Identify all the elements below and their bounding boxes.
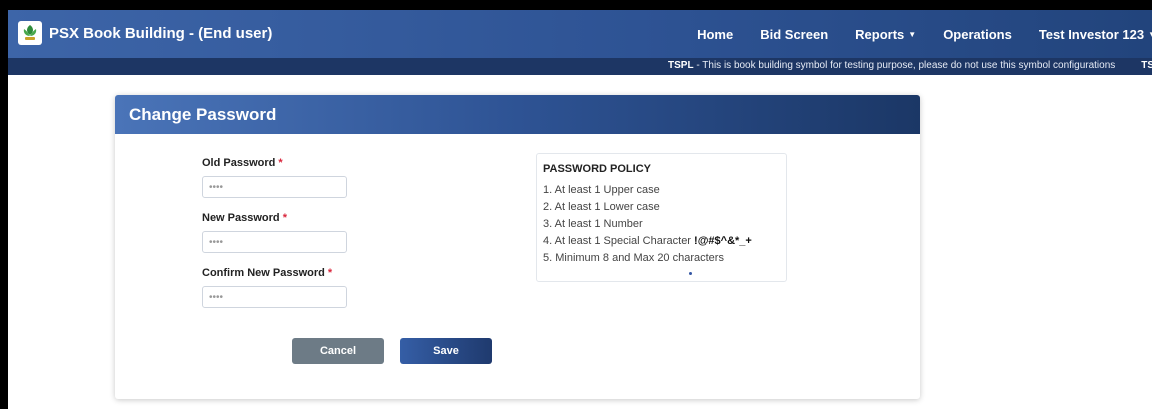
new-password-field: New Password *	[202, 212, 362, 253]
nav-user-menu[interactable]: Test Investor 123▼	[1039, 27, 1152, 42]
caret-down-icon: ▼	[1148, 30, 1152, 39]
confirm-password-input[interactable]	[202, 286, 347, 308]
app-title: PSX Book Building - (End user)	[49, 24, 273, 42]
policy-title: PASSWORD POLICY	[543, 163, 651, 175]
old-password-label: Old Password *	[202, 157, 283, 169]
dot-icon	[689, 272, 692, 275]
nav-menu: Home Bid Screen Reports ▼ Operations Test…	[670, 10, 1152, 58]
ticker-message: - This is book building symbol for testi…	[693, 60, 1116, 71]
ticker-bar: TSPL - This is book building symbol for …	[8, 58, 1152, 75]
ticker-text: TSPL - This is book building symbol for …	[668, 60, 1152, 71]
ticker-symbol: TSML	[1141, 60, 1152, 71]
new-password-input[interactable]	[202, 231, 347, 253]
policy-item: 2. At least 1 Lower case	[543, 201, 660, 213]
password-policy-box: PASSWORD POLICY 1. At least 1 Upper case…	[536, 153, 787, 282]
confirm-password-label: Confirm New Password *	[202, 267, 333, 279]
psx-logo-icon	[18, 21, 42, 45]
navbar: PSX Book Building - (End user) Home Bid …	[8, 10, 1152, 58]
nav-operations-label: Operations	[943, 26, 1012, 42]
ticker-symbol: TSPL	[668, 60, 694, 71]
confirm-password-field: Confirm New Password *	[202, 267, 362, 308]
app-window: PSX Book Building - (End user) Home Bid …	[8, 10, 1152, 409]
policy-item: 5. Minimum 8 and Max 20 characters	[543, 252, 724, 264]
policy-item: 4. At least 1 Special Character !@#$^&*_…	[543, 235, 752, 247]
caret-down-icon: ▼	[908, 29, 917, 39]
old-password-input[interactable]	[202, 176, 347, 198]
nav-bid-screen-label: Bid Screen	[760, 26, 829, 42]
new-password-label: New Password *	[202, 212, 287, 224]
required-mark: *	[282, 212, 287, 224]
nav-home[interactable]: Home	[697, 27, 733, 42]
policy-item: 1. At least 1 Upper case	[543, 184, 660, 196]
nav-bid-screen[interactable]: Bid Screen	[760, 27, 828, 42]
save-button[interactable]: Save	[400, 338, 492, 364]
policy-item: 3. At least 1 Number	[543, 218, 643, 230]
nav-operations[interactable]: Operations	[943, 27, 1012, 42]
nav-user-label: Test Investor 123	[1038, 26, 1145, 42]
nav-reports-label: Reports	[855, 26, 905, 42]
required-mark: *	[278, 157, 283, 169]
old-password-field: Old Password *	[202, 157, 362, 198]
change-password-form: Old Password * New Password * Confirm Ne…	[202, 157, 362, 322]
nav-reports[interactable]: Reports ▼	[855, 27, 916, 42]
required-mark: *	[327, 267, 333, 279]
cancel-button[interactable]: Cancel	[292, 338, 384, 364]
nav-home-label: Home	[697, 26, 734, 42]
special-characters: !@#$^&*_+	[694, 235, 752, 247]
brand[interactable]: PSX Book Building - (End user)	[18, 21, 272, 45]
change-password-card: Change Password Old Password * New Passw…	[115, 95, 920, 399]
card-title: Change Password	[115, 95, 920, 134]
